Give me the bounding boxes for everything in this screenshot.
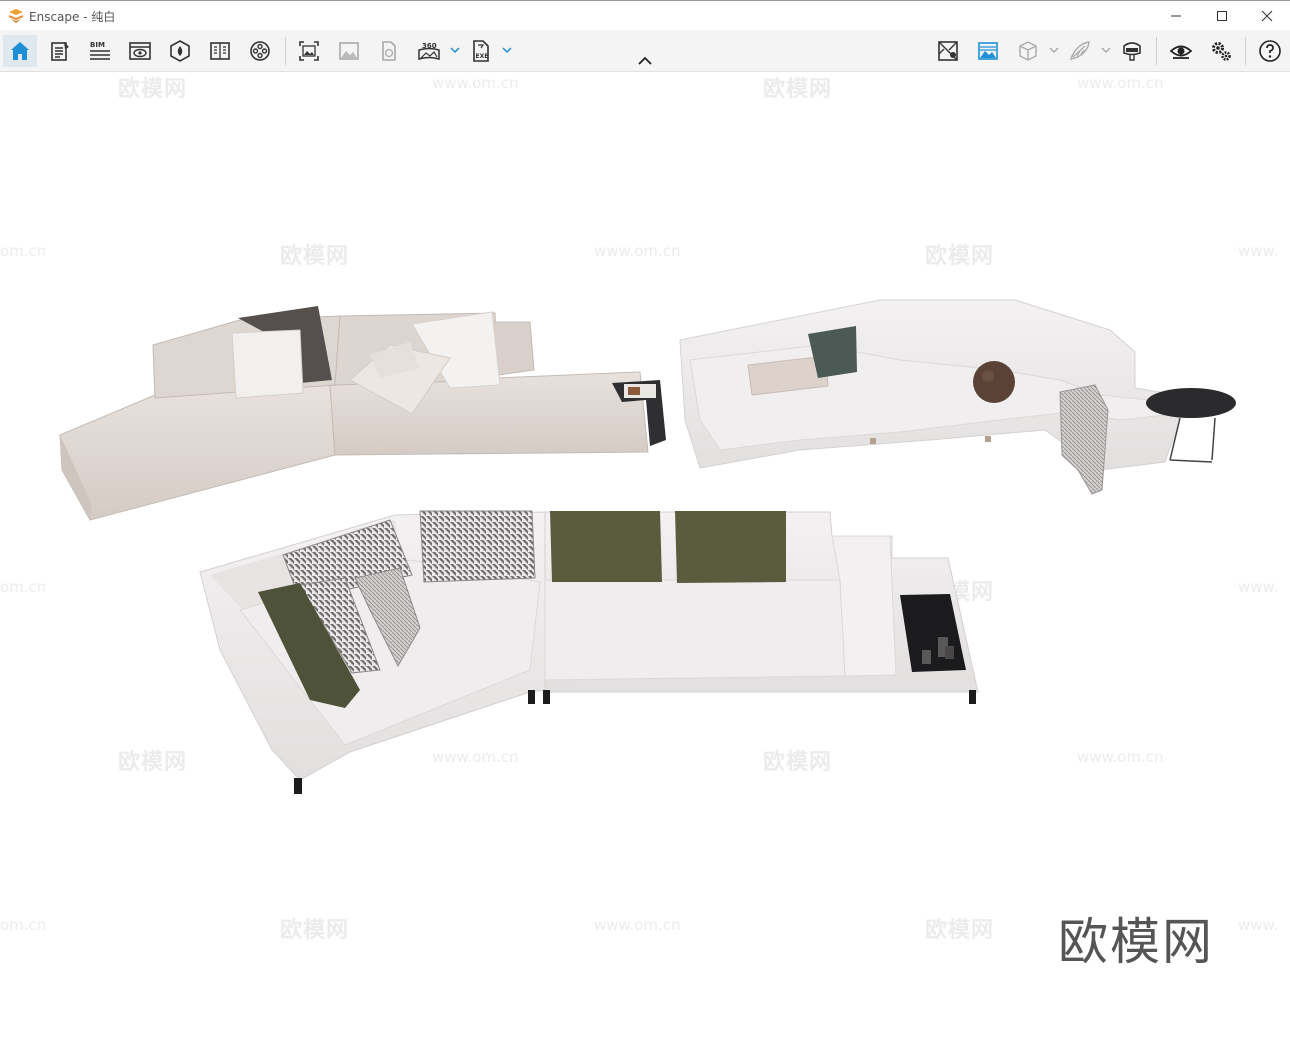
video-editor-button[interactable]	[243, 35, 277, 67]
window-title: Enscape - 纯白	[29, 10, 116, 24]
home-icon	[11, 42, 29, 60]
video-editor-icon	[250, 41, 270, 61]
close-button[interactable]	[1244, 1, 1290, 31]
sofa-scene-render	[59, 299, 1236, 794]
beige-sectional-sofa	[59, 306, 666, 521]
render-viewport[interactable]: 欧模网 www.om.cn 欧模网 www.om.cn om.cn 欧模网 ww…	[0, 72, 1290, 1039]
book-icon	[210, 42, 230, 60]
export-exe-button[interactable]: EXE	[464, 35, 498, 67]
view-cube-button[interactable]	[1011, 35, 1045, 67]
vr-headset-button[interactable]	[1115, 35, 1149, 67]
svg-text:BIM: BIM	[90, 41, 105, 49]
minimize-button[interactable]	[1153, 1, 1199, 31]
vr-headset-icon	[1123, 42, 1141, 61]
help-button[interactable]	[1253, 35, 1287, 67]
chevron-down-icon[interactable]	[1049, 44, 1059, 56]
export-exe-icon: EXE	[473, 40, 489, 62]
sky-button[interactable]	[971, 35, 1005, 67]
chevron-down-icon[interactable]	[502, 44, 512, 56]
chevron-down-icon[interactable]	[1101, 44, 1111, 56]
settings-icon	[1212, 42, 1231, 61]
minimize-icon	[1171, 15, 1181, 17]
eye-icon	[1169, 45, 1193, 59]
enscape-logo-icon	[9, 9, 23, 23]
map-button[interactable]	[931, 35, 965, 67]
visibility-button[interactable]	[123, 35, 157, 67]
sky-icon	[978, 42, 998, 60]
toolbar-separator	[285, 37, 286, 65]
svg-text:EXE: EXE	[476, 53, 489, 60]
view-settings-button[interactable]	[1164, 35, 1198, 67]
home-button[interactable]	[3, 35, 37, 67]
settings-button[interactable]	[1204, 35, 1238, 67]
toolbar-separator	[1245, 37, 1246, 65]
bim-icon: BIM	[90, 41, 110, 60]
batch-render-button[interactable]	[332, 35, 366, 67]
batch-render-icon	[339, 42, 359, 60]
panorama-360-icon: 360	[418, 42, 440, 61]
material-button[interactable]	[1063, 35, 1097, 67]
map-icon	[938, 41, 958, 61]
curved-white-sofa	[679, 299, 1236, 495]
close-icon	[1261, 10, 1273, 22]
book-button[interactable]	[203, 35, 237, 67]
screenshot-icon	[299, 41, 319, 61]
web-export-button[interactable]	[372, 35, 406, 67]
screenshot-button[interactable]	[292, 35, 326, 67]
web-export-icon	[382, 41, 396, 61]
maximize-button[interactable]	[1199, 1, 1245, 31]
cube-icon	[1019, 41, 1037, 61]
brand-watermark-logo: 欧模网	[1058, 913, 1214, 971]
large-white-sectional-sofa	[199, 510, 979, 794]
chevron-down-icon[interactable]	[450, 44, 460, 56]
bim-button[interactable]: BIM	[83, 35, 117, 67]
panorama-button[interactable]: 360	[412, 35, 446, 67]
collapse-toolbar-chevron-up-icon[interactable]	[636, 54, 654, 68]
asset-library-button[interactable]	[163, 35, 197, 67]
title-bar: Enscape - 纯白	[0, 0, 1290, 30]
visibility-icon	[129, 42, 151, 60]
notes-icon	[51, 42, 69, 61]
asset-library-icon	[170, 40, 190, 62]
help-icon	[1259, 40, 1281, 62]
notes-button[interactable]	[43, 35, 77, 67]
maximize-icon	[1217, 11, 1227, 21]
material-icon	[1070, 41, 1090, 60]
toolbar-separator	[1156, 37, 1157, 65]
